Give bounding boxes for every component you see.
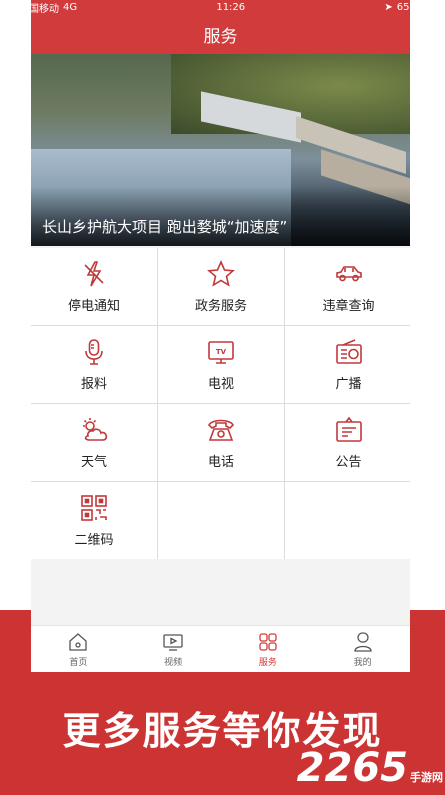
location-icon: ➤ <box>384 1 393 13</box>
service-label: 违章查询 <box>322 299 375 314</box>
status-bar: 中国移动 4G 11:26 ➤ 65% <box>31 0 410 15</box>
battery-percent: 65% <box>396 1 410 13</box>
power-outage-icon <box>79 259 109 289</box>
watermark-logo: 2265 手游网 <box>297 745 443 791</box>
notice-icon <box>334 415 364 445</box>
tab-video[interactable]: 视频 <box>126 626 221 672</box>
service-radio[interactable]: 广播 <box>285 326 410 403</box>
weather-icon <box>79 415 109 445</box>
clock: 11:26 <box>216 1 246 13</box>
service-phone[interactable]: 电话 <box>158 404 284 481</box>
qrcode-icon <box>79 493 109 523</box>
tab-services[interactable]: 服务 <box>221 626 316 672</box>
service-label: 停电通知 <box>67 299 120 314</box>
service-weather[interactable]: 天气 <box>31 404 157 481</box>
tab-label: 服务 <box>258 657 277 668</box>
tab-profile[interactable]: 我的 <box>315 626 410 672</box>
service-label: 电视 <box>207 377 234 392</box>
video-icon <box>163 633 183 651</box>
service-label: 公告 <box>335 455 362 470</box>
carrier-label: 中国移动 <box>31 3 59 15</box>
service-label: 天气 <box>80 455 107 470</box>
tab-label: 首页 <box>69 657 88 668</box>
service-violation-query[interactable]: 违章查询 <box>285 248 410 325</box>
microphone-icon <box>79 337 109 367</box>
service-qrcode[interactable]: 二维码 <box>31 482 157 559</box>
service-power-outage[interactable]: 停电通知 <box>31 248 157 325</box>
tab-label: 我的 <box>353 657 372 668</box>
network-label: 4G <box>63 1 78 13</box>
title-bar: 服务 <box>31 14 410 54</box>
page-title: 服务 <box>203 26 238 47</box>
profile-icon <box>353 631 372 652</box>
tab-home[interactable]: 首页 <box>31 626 126 672</box>
phone-screen: 中国移动 4G 11:26 ➤ 65% 服务 长山乡护航大项目 跑出婺城“加速度… <box>31 0 410 672</box>
service-tv[interactable]: TV 电视 <box>158 326 284 403</box>
bottom-tab-bar: 首页 视频 服务 我的 <box>31 625 410 672</box>
watermark-number: 2265 <box>296 745 408 791</box>
service-report[interactable]: 报料 <box>31 326 157 403</box>
empty-cell <box>158 482 284 559</box>
service-label: 政务服务 <box>194 299 247 314</box>
news-banner[interactable]: 长山乡护航大项目 跑出婺城“加速度” <box>31 54 410 246</box>
service-label: 电话 <box>207 455 234 470</box>
home-icon <box>69 632 88 651</box>
services-grid-icon <box>259 632 277 651</box>
service-label: 二维码 <box>74 533 114 548</box>
telephone-icon <box>206 415 236 445</box>
tab-label: 视频 <box>164 657 183 668</box>
svg-text:TV: TV <box>216 348 227 356</box>
service-label: 报料 <box>80 377 107 392</box>
star-icon <box>206 259 236 289</box>
banner-caption: 长山乡护航大项目 跑出婺城“加速度” <box>42 218 288 236</box>
service-notice[interactable]: 公告 <box>285 404 410 481</box>
service-government[interactable]: 政务服务 <box>158 248 284 325</box>
service-grid: 停电通知 政务服务 违章查询 报料 TV 电视 广播 天气 电话 公告 二维码 <box>31 248 410 559</box>
tv-icon: TV <box>206 337 236 367</box>
radio-icon <box>334 337 364 367</box>
watermark-site: 手游网 <box>410 771 443 784</box>
service-label: 广播 <box>335 377 362 392</box>
empty-cell <box>285 482 410 559</box>
car-icon <box>334 259 364 289</box>
